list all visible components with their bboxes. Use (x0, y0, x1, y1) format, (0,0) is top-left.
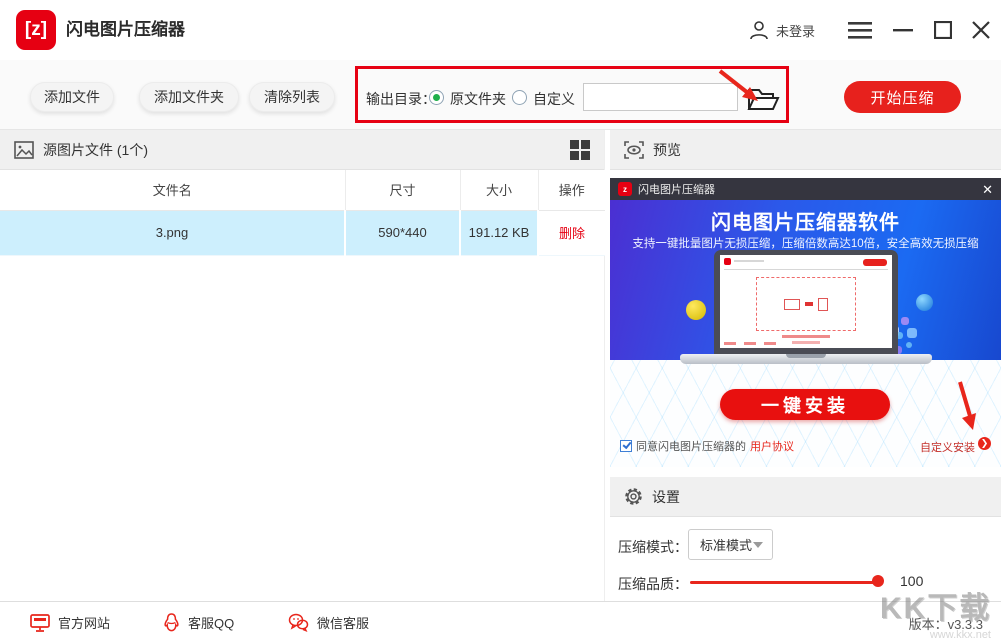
column-dimensions: 尺寸 (345, 170, 461, 211)
decor-hex (894, 346, 902, 354)
decor-hex (901, 317, 909, 325)
file-table-header-row: 文件名 尺寸 大小 操作 (0, 170, 605, 211)
delete-link[interactable]: 删除 (559, 226, 585, 241)
output-path-input[interactable] (583, 83, 738, 111)
decor-ball-blue (916, 294, 933, 311)
preview-banner: z 闪电图片压缩器 ✕ 闪电图片压缩器软件 支持一键批量图片无损压缩，压缩倍数高… (610, 178, 1001, 467)
decor-hex (882, 340, 888, 346)
grid-view-icon[interactable] (570, 139, 590, 160)
source-files-panel: 源图片文件 (1个) 文件名 尺寸 大小 操作 3.png 590*440 19… (0, 130, 605, 601)
decor-hex (906, 342, 912, 348)
banner-title: 闪电图片压缩器 (638, 184, 715, 196)
qq-penguin-icon (164, 612, 179, 631)
decor-hex (896, 332, 903, 339)
agree-text: 同意闪电图片压缩器的 (636, 441, 746, 453)
preview-title: 预览 (653, 141, 681, 158)
decor-hex (890, 308, 897, 315)
decor-hex (869, 330, 875, 336)
banner-close-icon[interactable]: ✕ (982, 183, 993, 196)
settings-header: 设置 (610, 477, 1001, 517)
one-click-install-button[interactable]: 一键安装 (720, 389, 890, 420)
user-icon (750, 21, 768, 40)
banner-subline: 支持一键批量图片无损压缩，压缩倍数高达10倍，安全高效无损压缩 (632, 238, 979, 250)
banner-logo-icon: z (618, 182, 632, 196)
clear-list-button[interactable]: 清除列表 (249, 82, 335, 112)
menu-icon[interactable] (845, 0, 875, 60)
wechat-icon (288, 613, 309, 632)
titlebar: [z] 闪电图片压缩器 未登录 (0, 0, 1001, 60)
output-dir-label: 输出目录： (366, 91, 436, 107)
footer: 官方网站 客服QQ 微信客服 (0, 601, 1001, 642)
login-label: 未登录 (776, 23, 816, 39)
official-site-link[interactable]: 官方网站 (30, 602, 110, 642)
user-agreement-link[interactable]: 用户协议 (750, 438, 794, 454)
compress-mode-value: 标准模式 (700, 538, 753, 553)
gear-icon (625, 488, 642, 505)
agreement-row: 同意闪电图片压缩器的 用户协议 (620, 438, 794, 454)
hamburger-icon (848, 22, 872, 39)
browse-folder-icon[interactable] (746, 85, 780, 113)
custom-install-link[interactable]: 自定义安装 (920, 439, 975, 455)
maximize-icon (934, 21, 952, 39)
custom-install-arrow-icon[interactable]: ❯ (978, 437, 991, 450)
compress-mode-label: 压缩模式： (618, 539, 688, 555)
start-compress-button[interactable]: 开始压缩 (844, 81, 961, 113)
minimize-button[interactable] (888, 0, 918, 60)
source-files-header: 源图片文件 (1个) (0, 130, 604, 170)
radio-custom[interactable] (512, 90, 527, 105)
cell-action: 删除 (538, 210, 605, 256)
right-panel: 预览 z 闪电图片压缩器 ✕ 闪电图片压缩器软件 支持一键批量图片无损压缩，压缩… (610, 130, 1001, 601)
cell-dimensions: 590*440 (345, 210, 461, 256)
wechat-support-link[interactable]: 微信客服 (288, 602, 369, 642)
decor-hex (907, 328, 917, 338)
column-filename: 文件名 (0, 170, 346, 211)
banner-titlebar: z 闪电图片压缩器 ✕ (610, 178, 1001, 200)
chevron-down-icon (753, 541, 763, 548)
close-icon (972, 21, 990, 39)
minimize-icon (893, 29, 913, 32)
quality-slider-track[interactable] (690, 581, 882, 584)
quality-slider-handle[interactable] (872, 575, 884, 587)
preview-header: 预览 (610, 130, 1001, 170)
add-file-button[interactable]: 添加文件 (30, 82, 114, 112)
decor-hex (878, 318, 887, 327)
decor-ball-yellow (686, 300, 706, 320)
app-title: 闪电图片压缩器 (66, 20, 185, 39)
source-files-title: 源图片文件 (1个) (43, 141, 148, 158)
image-icon (14, 140, 34, 159)
quality-value: 100 (900, 573, 924, 589)
monitor-icon (30, 613, 50, 632)
quality-label: 压缩品质： (618, 576, 688, 592)
app-logo-icon: [z] (16, 10, 56, 50)
cell-size: 191.12 KB (460, 210, 539, 256)
radio-original-folder-label[interactable]: 原文件夹 (450, 89, 506, 109)
settings-title: 设置 (652, 488, 680, 505)
cell-filename: 3.png (0, 210, 346, 256)
add-folder-button[interactable]: 添加文件夹 (139, 82, 239, 112)
wechat-support-label: 微信客服 (317, 616, 370, 631)
column-size: 大小 (460, 170, 539, 211)
close-button[interactable] (966, 0, 996, 60)
official-site-label: 官方网站 (58, 616, 111, 631)
toolbar: 添加文件 添加文件夹 清除列表 输出目录： 原文件夹 自定义 开始压缩 (0, 60, 1001, 130)
qq-support-link[interactable]: 客服QQ (163, 602, 234, 642)
maximize-button[interactable] (928, 0, 958, 60)
compress-mode-select[interactable]: 标准模式 (688, 529, 773, 560)
qq-support-label: 客服QQ (188, 616, 235, 631)
radio-original-folder[interactable] (429, 90, 444, 105)
table-row[interactable]: 3.png 590*440 191.12 KB 删除 (0, 210, 605, 256)
watermark-url: www.kkx.net (929, 629, 991, 641)
radio-custom-label[interactable]: 自定义 (533, 89, 575, 109)
banner-headline: 闪电图片压缩器软件 (711, 212, 900, 234)
file-table: 文件名 尺寸 大小 操作 3.png 590*440 191.12 KB 删除 (0, 170, 605, 256)
app-window: [z] 闪电图片压缩器 未登录 添加文件 添加文件夹 清除列表 输出目录： 原文… (0, 0, 1001, 642)
login-button[interactable]: 未登录 (748, 0, 815, 60)
agree-checkbox[interactable] (620, 440, 632, 452)
preview-eye-icon (624, 140, 644, 159)
column-action: 操作 (538, 170, 605, 211)
